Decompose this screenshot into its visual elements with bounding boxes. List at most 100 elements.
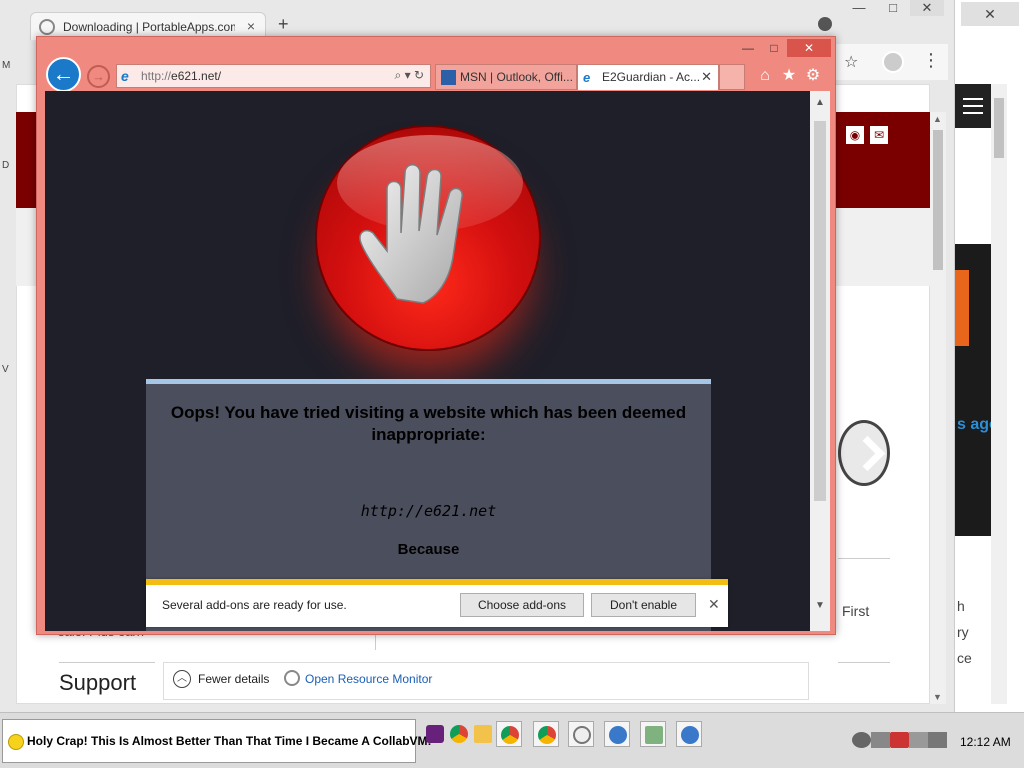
profile-avatar-icon[interactable] <box>882 51 904 73</box>
stop-hand-icon <box>315 125 541 351</box>
chrome-close-button[interactable]: ✕ <box>910 0 944 16</box>
addons-notification-bar: Several add-ons are ready for use. Choos… <box>146 579 728 627</box>
right-window: ✕ s ago h ry ce <box>954 0 1024 712</box>
hamburger-menu-icon[interactable] <box>955 84 991 128</box>
share-arrow-icon[interactable] <box>838 420 890 486</box>
ie-close-button[interactable]: ✕ <box>787 39 831 57</box>
gear-icon[interactable]: ⚙ <box>801 65 825 85</box>
chrome-menu-icon[interactable]: ⋮ <box>922 50 940 71</box>
divider <box>59 662 155 663</box>
notification-text: Several add-ons are ready for use. <box>162 598 347 612</box>
forward-button[interactable]: → <box>87 65 110 88</box>
scroll-up-icon[interactable]: ▲ <box>933 114 942 124</box>
scroll-down-icon[interactable]: ▼ <box>933 692 942 702</box>
scroll-up-icon[interactable]: ▲ <box>815 97 825 108</box>
chrome-toolbar-right: ☆ ⋮ <box>836 44 948 80</box>
taskbar: Holy Crap! This Is Almost Better Than Th… <box>0 712 1024 768</box>
scroll-thumb[interactable] <box>994 98 1004 158</box>
home-icon[interactable]: ⌂ <box>753 67 777 85</box>
ie-window-controls: — □ ✕ <box>735 39 831 57</box>
scroll-down-icon[interactable]: ▼ <box>815 600 825 611</box>
chrome-tab-title: Downloading | PortableApps.com <box>63 20 235 34</box>
promo-banner[interactable] <box>955 244 991 536</box>
background-scrollbar[interactable]: ▲ ▼ <box>930 112 946 704</box>
open-resource-monitor-link[interactable]: Open Resource Monitor <box>305 672 432 686</box>
chrome-icon[interactable] <box>496 721 522 747</box>
text-fragment: h <box>957 598 965 614</box>
chat-message: Holy Crap! This Is Almost Better Than Th… <box>27 734 432 748</box>
tray-square-icon[interactable] <box>871 732 890 748</box>
collapse-chevron-icon[interactable]: ︿ <box>173 670 191 688</box>
ie-new-tab-button[interactable] <box>719 64 745 90</box>
scroll-thumb[interactable] <box>814 121 826 501</box>
smiley-icon <box>8 734 24 750</box>
rss-icon[interactable]: ◉ <box>846 126 864 144</box>
collabvm-chat-banner: Holy Crap! This Is Almost Better Than Th… <box>2 719 432 763</box>
visual-studio-icon[interactable] <box>422 721 448 747</box>
chrome-icon[interactable] <box>446 721 472 747</box>
desktop-edge-fragment: V <box>2 364 9 375</box>
network-icon[interactable] <box>890 732 909 748</box>
chrome-icon[interactable] <box>533 721 559 747</box>
blocked-url: http://e621.net <box>360 502 497 520</box>
background-support-heading: Support <box>59 670 137 695</box>
ie-toolbar-icons: ⌂ ★ ⚙ <box>753 65 825 85</box>
star-icon[interactable]: ★ <box>777 65 801 85</box>
chrome-maximize-button[interactable]: □ <box>876 0 910 15</box>
scroll-thumb[interactable] <box>933 130 943 270</box>
chrome-download-indicator-icon[interactable] <box>818 17 832 31</box>
tab-label: E2Guardian - Ac... <box>602 70 701 84</box>
right-window-scrollbar[interactable] <box>991 84 1007 704</box>
action-center-icon[interactable] <box>909 732 928 748</box>
tab-e2guardian[interactable]: e E2Guardian - Ac... ✕ <box>577 64 719 90</box>
notification-close-icon[interactable]: ✕ <box>708 596 720 613</box>
chrome-minimize-button[interactable]: — <box>842 0 876 15</box>
chrome-window-controls: — □ ✕ <box>842 0 950 22</box>
portableapps-icon <box>39 19 55 35</box>
block-reason-label: Because <box>397 541 460 558</box>
portableapps-icon[interactable] <box>568 721 594 747</box>
ie-page-icon: e <box>121 68 129 84</box>
system-tray <box>852 725 952 755</box>
address-bar[interactable]: e http://e621.net/ ⌕ ▾ ↻ <box>116 64 431 88</box>
block-page: Oops! You have tried visiting a website … <box>45 91 810 631</box>
task-manager-details-row: ︿ Fewer details Open Resource Monitor <box>163 662 809 700</box>
divider <box>375 634 376 650</box>
background-first-text: First <box>842 603 870 619</box>
back-button[interactable]: ← <box>46 57 81 92</box>
ie-maximize-button[interactable]: □ <box>761 39 787 57</box>
divider <box>838 662 890 663</box>
bookmark-star-icon[interactable]: ☆ <box>844 52 858 72</box>
task-manager-icon[interactable] <box>640 721 666 747</box>
ie-icon[interactable] <box>676 721 702 747</box>
tab-close-icon[interactable]: ✕ <box>701 69 712 85</box>
tray-app-icon[interactable] <box>852 732 871 748</box>
file-explorer-icon[interactable] <box>470 721 496 747</box>
ie-window: — □ ✕ ← → e http://e621.net/ ⌕ ▾ ↻ MSN | O… <box>36 36 836 635</box>
volume-icon[interactable] <box>928 732 947 748</box>
dont-enable-button[interactable]: Don't enable <box>591 593 696 617</box>
text-fragment: ry <box>957 624 969 640</box>
choose-addons-button[interactable]: Choose add-ons <box>460 593 584 617</box>
right-window-close-button[interactable]: ✕ <box>961 2 1019 26</box>
desktop-edge-fragment: D <box>2 160 10 171</box>
taskbar-clock[interactable]: 12:12 AM <box>960 735 1011 749</box>
text-fragment: ce <box>957 650 972 666</box>
mail-icon[interactable]: ✉ <box>870 126 888 144</box>
tab-label: MSN | Outlook, Offi... <box>460 70 573 84</box>
divider <box>838 558 890 559</box>
chrome-new-tab-button[interactable]: + <box>278 14 289 35</box>
ie-minimize-button[interactable]: — <box>735 39 761 57</box>
block-message-title: Oops! You have tried visiting a website … <box>170 403 687 444</box>
desktop-edge-fragment: M <box>2 60 11 71</box>
address-url: http://e621.net/ <box>141 69 222 83</box>
resource-monitor-icon <box>284 670 300 686</box>
ie-scrollbar[interactable]: ▲ ▼ <box>810 91 830 631</box>
ie-icon[interactable] <box>604 721 630 747</box>
msn-icon <box>441 70 456 85</box>
chrome-tab-close-icon[interactable]: × <box>247 18 255 34</box>
hand-icon <box>359 164 463 304</box>
fewer-details-link[interactable]: Fewer details <box>198 672 269 686</box>
tab-msn[interactable]: MSN | Outlook, Offi... <box>435 64 577 90</box>
address-tools-icons[interactable]: ⌕ ▾ ↻ <box>395 68 424 83</box>
